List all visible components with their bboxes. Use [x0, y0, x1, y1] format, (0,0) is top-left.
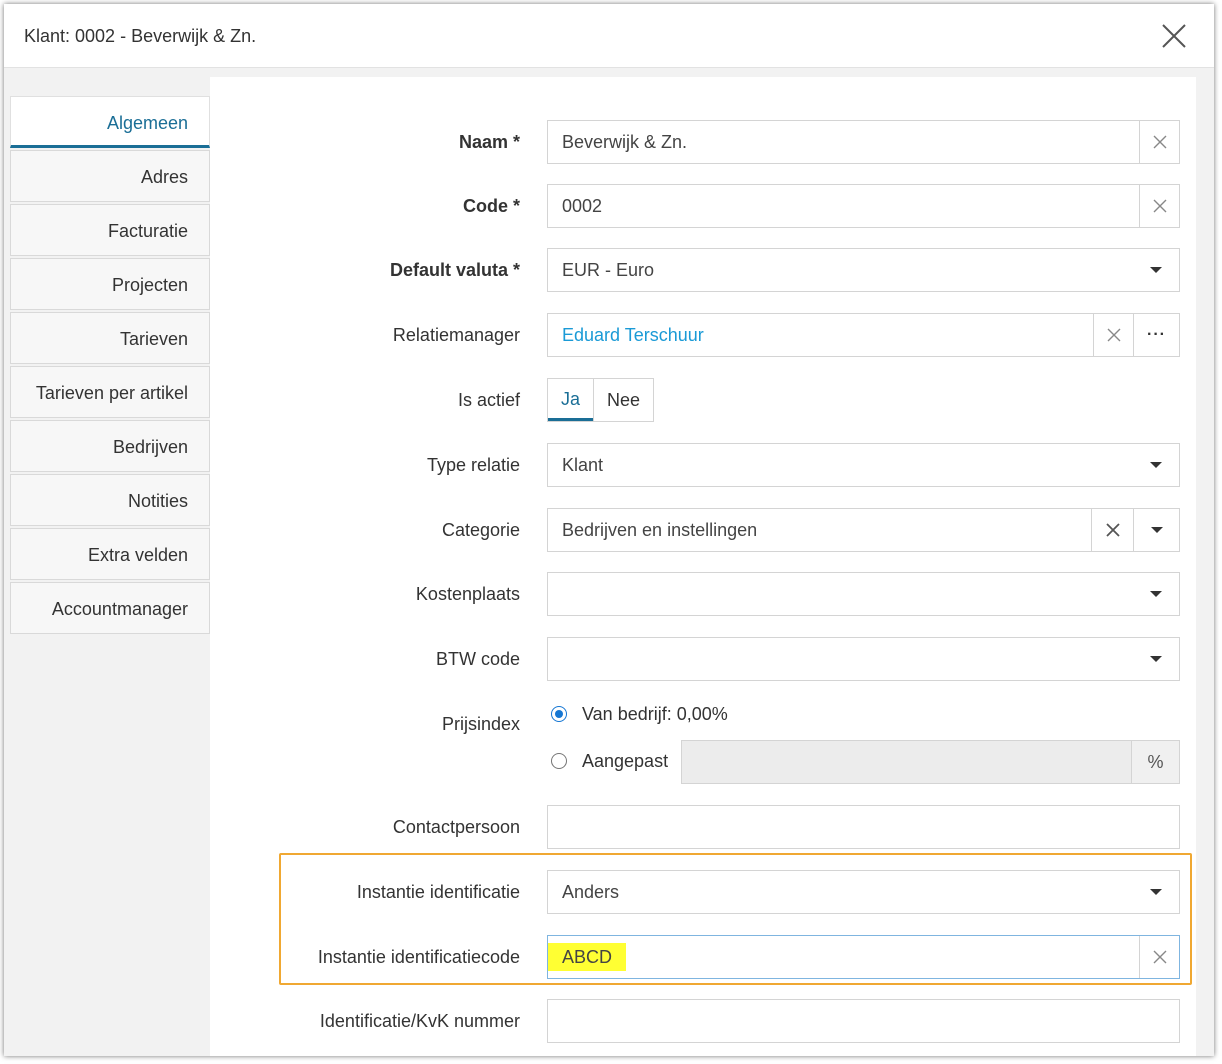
row-instantie-code: Instantie identificatiecode ABCD — [210, 935, 1196, 979]
categorie-select[interactable]: Bedrijven en instellingen — [547, 508, 1180, 552]
chevron-down-icon[interactable] — [1133, 509, 1179, 551]
code-input[interactable]: 0002 — [547, 184, 1180, 228]
kostenplaats-label: Kostenplaats — [415, 584, 520, 604]
row-relatiemanager: Relatiemanager Eduard Terschuur ··· — [210, 313, 1196, 357]
relatiemanager-label: Relatiemanager — [392, 325, 520, 345]
row-valuta: Default valuta * EUR - Euro — [210, 248, 1196, 292]
relatiemanager-value[interactable]: Eduard Terschuur — [562, 314, 704, 356]
tab-accountmanager[interactable]: Accountmanager — [10, 582, 210, 634]
row-categorie: Categorie Bedrijven en instellingen — [210, 508, 1196, 552]
chevron-down-icon[interactable] — [1133, 638, 1179, 680]
row-contactpersoon: Contactpersoon — [210, 805, 1196, 849]
tab-extra-velden[interactable]: Extra velden — [10, 528, 210, 580]
instantie-code-label: Instantie identificatiecode — [317, 947, 520, 967]
tab-facturatie[interactable]: Facturatie — [10, 204, 210, 256]
valuta-label: Default valuta * — [389, 260, 520, 280]
tab-bedrijven[interactable]: Bedrijven — [10, 420, 210, 472]
row-btw: BTW code — [210, 637, 1196, 681]
tab-algemeen[interactable]: Algemeen — [10, 96, 210, 148]
dialog-header: Klant: 0002 - Beverwijk & Zn. — [4, 4, 1214, 68]
ellipsis-icon[interactable]: ··· — [1133, 314, 1179, 356]
btw-label: BTW code — [435, 649, 520, 669]
naam-value: Beverwijk & Zn. — [562, 132, 688, 152]
instantie-id-select[interactable]: Anders — [547, 870, 1180, 914]
type-relatie-value: Klant — [562, 455, 604, 475]
percent-addon: % — [1131, 741, 1179, 783]
actief-label: Is actief — [457, 390, 520, 410]
prijsindex-label: Prijsindex — [441, 714, 520, 734]
valuta-select[interactable]: EUR - Euro — [547, 248, 1180, 292]
close-icon[interactable] — [1160, 22, 1188, 50]
instantie-id-value: Anders — [562, 882, 620, 902]
relatiemanager-input[interactable]: Eduard Terschuur ··· — [547, 313, 1180, 357]
tab-projecten[interactable]: Projecten — [10, 258, 210, 310]
naam-label: Naam * — [458, 132, 520, 152]
categorie-label: Categorie — [441, 520, 520, 540]
actief-nee-button[interactable]: Nee — [593, 379, 653, 421]
row-actief: Is actief Ja Nee — [210, 378, 1196, 422]
row-prijsindex: Prijsindex Van bedrijf: 0,00% Aangepast … — [210, 702, 1196, 812]
chevron-down-icon[interactable] — [1133, 444, 1179, 486]
kostenplaats-select[interactable] — [547, 572, 1180, 616]
instantie-code-value: ABCD — [548, 936, 627, 978]
code-label: Code * — [462, 196, 520, 216]
row-instantie-identificatie: Instantie identificatie Anders — [210, 870, 1196, 914]
chevron-down-icon[interactable] — [1133, 871, 1179, 913]
contactpersoon-label: Contactpersoon — [392, 817, 520, 837]
clear-icon[interactable] — [1139, 121, 1179, 163]
tab-list: Algemeen Adres Facturatie Projecten Tari… — [10, 96, 210, 636]
row-naam: Naam * Beverwijk & Zn. — [210, 120, 1196, 164]
actief-toggle: Ja Nee — [547, 378, 655, 422]
dialog-title: Klant: 0002 - Beverwijk & Zn. — [24, 26, 257, 46]
type-relatie-label: Type relatie — [426, 455, 520, 475]
chevron-down-icon[interactable] — [1133, 573, 1179, 615]
actief-ja-button[interactable]: Ja — [548, 379, 594, 421]
prijsindex-custom-input[interactable]: % — [681, 740, 1180, 784]
contactpersoon-input[interactable] — [547, 805, 1180, 849]
naam-input[interactable]: Beverwijk & Zn. — [547, 120, 1180, 164]
tab-adres[interactable]: Adres — [10, 150, 210, 202]
prijsindex-aangepast-radio[interactable] — [551, 753, 567, 769]
code-value: 0002 — [562, 196, 603, 216]
prijsindex-option2-label: Aangepast — [582, 751, 669, 771]
type-relatie-select[interactable]: Klant — [547, 443, 1180, 487]
kvk-label: Identificatie/KvK nummer — [319, 1011, 520, 1031]
clear-icon[interactable] — [1091, 509, 1133, 551]
prijsindex-option1-label: Van bedrijf: 0,00% — [582, 704, 728, 724]
form-panel: Naam * Beverwijk & Zn. Code * 0002 Defau… — [210, 77, 1196, 1056]
prijsindex-van-bedrijf-radio[interactable] — [551, 706, 567, 722]
kvk-input[interactable] — [547, 999, 1180, 1043]
btw-select[interactable] — [547, 637, 1180, 681]
valuta-value: EUR - Euro — [562, 260, 655, 280]
instantie-code-highlight: ABCD — [548, 943, 627, 971]
tab-notities[interactable]: Notities — [10, 474, 210, 526]
row-type-relatie: Type relatie Klant — [210, 443, 1196, 487]
tab-tarieven[interactable]: Tarieven — [10, 312, 210, 364]
tab-tarieven-per-artikel[interactable]: Tarieven per artikel — [10, 366, 210, 418]
row-code: Code * 0002 — [210, 184, 1196, 228]
row-kostenplaats: Kostenplaats — [210, 572, 1196, 616]
instantie-id-label: Instantie identificatie — [356, 882, 520, 902]
clear-icon[interactable] — [1139, 185, 1179, 227]
clear-icon[interactable] — [1139, 936, 1179, 978]
instantie-code-input[interactable]: ABCD — [547, 935, 1180, 979]
customer-dialog: Klant: 0002 - Beverwijk & Zn. Algemeen A… — [4, 4, 1214, 1056]
categorie-value: Bedrijven en instellingen — [562, 520, 758, 540]
clear-icon[interactable] — [1093, 314, 1133, 356]
chevron-down-icon[interactable] — [1133, 249, 1179, 291]
row-kvk: Identificatie/KvK nummer — [210, 999, 1196, 1043]
